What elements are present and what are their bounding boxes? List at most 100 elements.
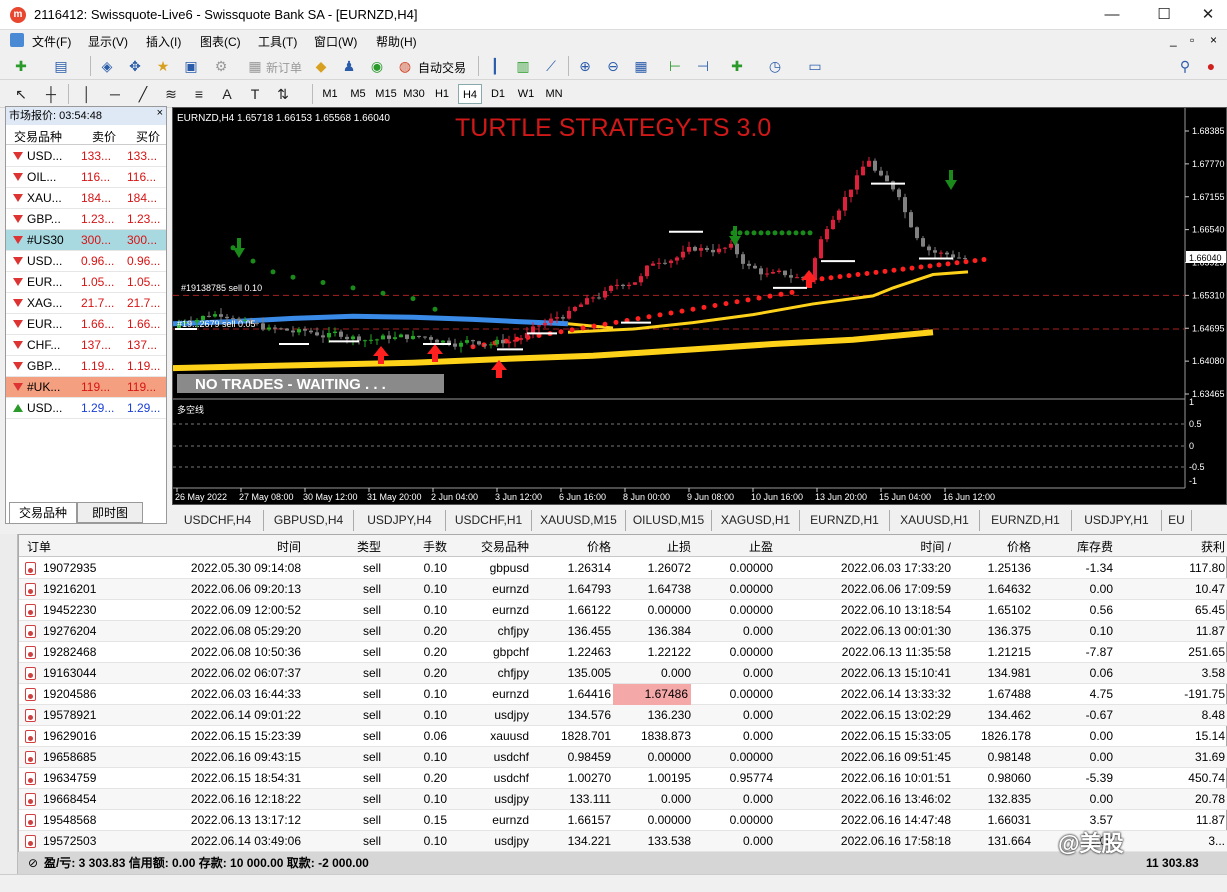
new-order-icon[interactable]: ▦ — [246, 57, 264, 75]
indicators-icon[interactable]: ✚ — [728, 57, 746, 75]
history-row[interactable]: 19658685 2022.06.16 09:43:15 sell 0.10 usdch… — [19, 747, 1227, 768]
col-ask[interactable]: 买价 — [136, 128, 160, 145]
chart-tab[interactable]: GBPUSD,H4 — [264, 510, 354, 531]
chart-tab[interactable]: USDCHF,H4 — [172, 510, 264, 531]
history-row[interactable]: 19276204 2022.06.08 05:29:20 sell 0.20 chfjp… — [19, 621, 1227, 642]
history-row[interactable]: 19629016 2022.06.15 15:23:39 sell 0.06 xauus… — [19, 726, 1227, 747]
horizontal-line-icon[interactable]: ─ — [106, 85, 124, 103]
market-watch-row[interactable]: CHF... 137... 137... — [6, 335, 166, 356]
history-col-header[interactable]: 类型 — [319, 538, 381, 555]
chart-window-icon[interactable] — [10, 33, 24, 47]
market-watch-row[interactable]: EUR... 1.66... 1.66... — [6, 314, 166, 335]
market-icon[interactable]: ◉ — [368, 57, 386, 75]
vertical-line-icon[interactable]: │ — [78, 85, 96, 103]
tf-m30[interactable]: M30 — [402, 84, 426, 104]
market-watch-close-button[interactable]: × — [157, 107, 163, 119]
crosshair-icon[interactable]: ┼ — [42, 85, 60, 103]
history-row[interactable]: 19204586 2022.06.03 16:44:33 sell 0.10 eurnz… — [19, 684, 1227, 705]
menu-insert[interactable]: 插入(I) — [146, 33, 181, 50]
history-row[interactable]: 19072935 2022.05.30 09:14:08 sell 0.10 gbpus… — [19, 558, 1227, 579]
history-row[interactable]: 19163044 2022.06.02 06:07:37 sell 0.20 chfjp… — [19, 663, 1227, 684]
history-row[interactable]: 19282468 2022.06.08 10:50:36 sell 0.20 gbpch… — [19, 642, 1227, 663]
chart-tab[interactable]: USDJPY,H4 — [354, 510, 446, 531]
history-col-header[interactable]: 时间 — [129, 538, 301, 555]
channel-icon[interactable]: ≋ — [162, 85, 180, 103]
history-row[interactable]: 19572503 2022.06.14 03:49:06 sell 0.10 usdjp… — [19, 831, 1227, 852]
history-col-header[interactable]: 价格 — [955, 538, 1031, 555]
market-watch-row[interactable]: #US30 300... 300... — [6, 230, 166, 251]
market-watch-icon[interactable]: ◈ — [98, 57, 116, 75]
maximize-button[interactable]: ☐ — [1144, 4, 1184, 26]
periods-icon[interactable]: ◷ — [766, 57, 784, 75]
mdi-restore-button[interactable]: ▫ — [1190, 33, 1194, 47]
chart-canvas[interactable]: 1.683851.677701.671551.665401.659251.653… — [172, 108, 1226, 504]
history-col-header[interactable]: 止损 — [613, 538, 691, 555]
tf-d1[interactable]: D1 — [486, 84, 510, 104]
history-row[interactable]: 19668454 2022.06.16 12:18:22 sell 0.10 usdjp… — [19, 789, 1227, 810]
bar-chart-icon[interactable]: ┃ — [486, 57, 504, 75]
tf-h1[interactable]: H1 — [430, 84, 454, 104]
chart-tab[interactable]: EU — [1162, 510, 1192, 531]
candlestick-icon[interactable]: ▥ — [514, 57, 532, 75]
menu-file[interactable]: 文件(F) — [32, 33, 71, 50]
cursor-icon[interactable]: ↖ — [12, 85, 30, 103]
chart-tab[interactable]: EURNZD,H1 — [800, 510, 890, 531]
minimize-button[interactable]: — — [1092, 4, 1132, 26]
history-row[interactable]: 19634759 2022.06.15 18:54:31 sell 0.20 usdch… — [19, 768, 1227, 789]
chart-tab[interactable]: USDCHF,H1 — [446, 510, 532, 531]
tf-m1[interactable]: M1 — [318, 84, 342, 104]
arrows-icon[interactable]: ⇅ — [274, 85, 292, 103]
market-watch-row[interactable]: USD... 0.96... 0.96... — [6, 251, 166, 272]
mdi-minimize-button[interactable]: _ — [1170, 33, 1177, 47]
auto-scroll-icon[interactable]: ⊣ — [694, 57, 712, 75]
notifications-icon[interactable]: ● — [1202, 57, 1220, 75]
menu-tools[interactable]: 工具(T) — [258, 33, 297, 50]
data-window-icon[interactable]: ✥ — [126, 57, 144, 75]
tf-m15[interactable]: M15 — [374, 84, 398, 104]
history-col-header[interactable]: 库存费 — [1035, 538, 1113, 555]
history-col-header[interactable]: 价格 — [531, 538, 611, 555]
chart-tab[interactable]: EURNZD,H1 — [980, 510, 1072, 531]
tile-windows-icon[interactable]: ▦ — [632, 57, 650, 75]
line-chart-icon[interactable]: ⟋ — [542, 57, 560, 75]
text-label-icon[interactable]: T — [246, 85, 264, 103]
market-watch-row[interactable]: EUR... 1.05... 1.05... — [6, 272, 166, 293]
market-watch-row[interactable]: XAG... 21.7... 21.7... — [6, 293, 166, 314]
history-row[interactable]: 19548568 2022.06.13 13:17:12 sell 0.15 eurnz… — [19, 810, 1227, 831]
menu-window[interactable]: 窗口(W) — [314, 33, 357, 50]
market-watch-row[interactable]: #UK... 119... 119... — [6, 377, 166, 398]
new-chart-icon[interactable]: ✚ — [12, 57, 30, 75]
market-watch-row[interactable]: USD... 1.29... 1.29... — [6, 398, 166, 419]
navigator-icon[interactable]: ★ — [154, 57, 172, 75]
history-row[interactable]: 19216201 2022.06.06 09:20:13 sell 0.10 eurnz… — [19, 579, 1227, 600]
history-col-header[interactable]: 止盈 — [693, 538, 773, 555]
market-watch-row[interactable]: USD... 133... 133... — [6, 146, 166, 167]
history-row[interactable]: 19452230 2022.06.09 12:00:52 sell 0.10 eurnz… — [19, 600, 1227, 621]
zoom-in-icon[interactable]: ⊕ — [576, 57, 594, 75]
col-bid[interactable]: 卖价 — [92, 128, 116, 145]
history-col-header[interactable]: 交易品种 — [451, 538, 529, 555]
history-row[interactable]: 19578921 2022.06.14 09:01:22 sell 0.10 usdjp… — [19, 705, 1227, 726]
signals-icon[interactable]: ♟ — [340, 57, 358, 75]
tab-tick-chart[interactable]: 即时图 — [77, 502, 143, 523]
menu-charts[interactable]: 图表(C) — [200, 33, 241, 50]
zoom-out-icon[interactable]: ⊖ — [604, 57, 622, 75]
metaeditor-icon[interactable]: ◆ — [312, 57, 330, 75]
tf-h4[interactable]: H4 — [458, 84, 482, 104]
fibonacci-icon[interactable]: ≡ — [190, 85, 208, 103]
chart-tab[interactable]: XAUUSD,H1 — [890, 510, 980, 531]
text-icon[interactable]: A — [218, 85, 236, 103]
market-watch-row[interactable]: GBP... 1.19... 1.19... — [6, 356, 166, 377]
trendline-icon[interactable]: ╱ — [134, 85, 152, 103]
order-label-2[interactable]: #19...2679 sell 0.05 — [177, 319, 256, 329]
profiles-icon[interactable]: ▤ — [52, 57, 70, 75]
tab-symbols[interactable]: 交易品种 — [9, 502, 77, 523]
chart-tab[interactable]: XAGUSD,H1 — [712, 510, 800, 531]
mdi-close-button[interactable]: × — [1210, 33, 1217, 47]
market-watch-row[interactable]: GBP... 1.23... 1.23... — [6, 209, 166, 230]
history-col-header[interactable]: 手数 — [391, 538, 447, 555]
strategy-tester-icon[interactable]: ⚙ — [212, 57, 230, 75]
chart-tab[interactable]: OILUSD,M15 — [626, 510, 712, 531]
search-icon[interactable]: ⚲ — [1176, 57, 1194, 75]
tf-m5[interactable]: M5 — [346, 84, 370, 104]
